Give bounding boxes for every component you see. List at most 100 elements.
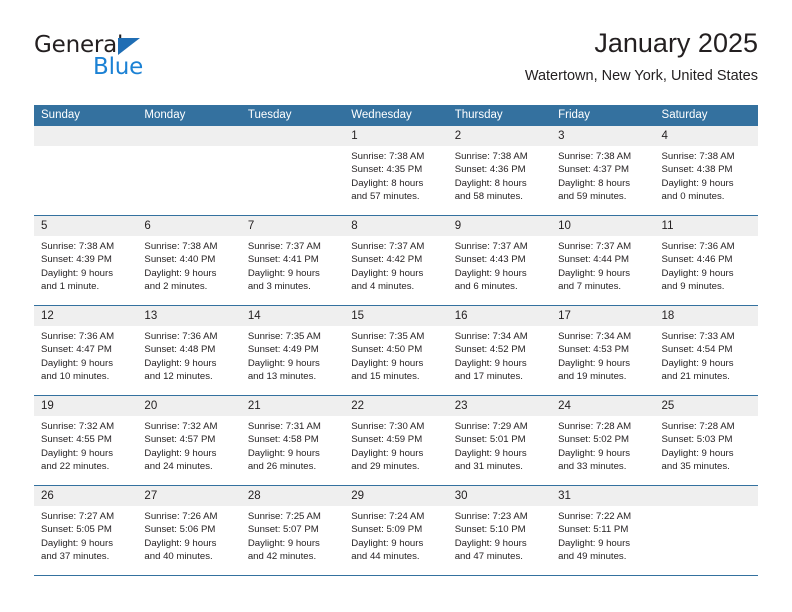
daylight-text-cont: and 24 minutes. bbox=[144, 461, 213, 473]
day-number-band: 13 bbox=[137, 306, 241, 326]
daylight-text: Daylight: 9 hours bbox=[144, 267, 217, 279]
week-cells: 1 Sunrise: 7:38 AM Sunset: 4:35 PM Daylight… bbox=[34, 126, 758, 215]
daylight-text-cont: and 0 minutes. bbox=[661, 191, 725, 203]
calendar-cell-day-21[interactable]: 21 Sunrise: 7:31 AM Sunset: 4:58 PM Dayligh… bbox=[240, 396, 345, 485]
day-details: Sunrise: 7:37 AM Sunset: 4:43 PM Daylight:… bbox=[448, 236, 551, 294]
daylight-text-cont: and 7 minutes. bbox=[558, 281, 622, 293]
calendar-cell-day-2[interactable]: 2 Sunrise: 7:38 AM Sunset: 4:36 PM Daylight… bbox=[447, 126, 552, 215]
day-number: 18 bbox=[661, 310, 675, 322]
day-details: Sunrise: 7:36 AM Sunset: 4:47 PM Daylight:… bbox=[34, 326, 137, 384]
day-number: 4 bbox=[661, 130, 668, 142]
day-number: 2 bbox=[454, 130, 462, 142]
calendar-cell-day-17[interactable]: 17 Sunrise: 7:34 AM Sunset: 4:53 PM Dayligh… bbox=[551, 306, 655, 395]
sunset-text: Sunset: 4:53 PM bbox=[558, 344, 630, 356]
daylight-text: Daylight: 9 hours bbox=[247, 537, 320, 549]
day-number-band: 14 bbox=[240, 306, 345, 326]
calendar-cell-day-12[interactable]: 12 Sunrise: 7:36 AM Sunset: 4:47 PM Dayligh… bbox=[34, 306, 138, 395]
calendar-cell-day-29[interactable]: 29 Sunrise: 7:24 AM Sunset: 5:09 PM Dayligh… bbox=[344, 486, 448, 575]
day-number-band bbox=[240, 126, 345, 146]
calendar-cell-day-22[interactable]: 22 Sunrise: 7:30 AM Sunset: 4:59 PM Dayligh… bbox=[344, 396, 448, 485]
day-number-band: 24 bbox=[551, 396, 655, 416]
sunset-text: Sunset: 5:09 PM bbox=[351, 524, 423, 536]
daylight-text: Daylight: 9 hours bbox=[144, 447, 217, 459]
calendar-cell-day-18[interactable]: 18 Sunrise: 7:33 AM Sunset: 4:54 PM Dayligh… bbox=[654, 306, 758, 395]
daylight-text-cont: and 1 minute. bbox=[41, 281, 100, 293]
calendar-cell-day-7[interactable]: 7 Sunrise: 7:37 AM Sunset: 4:41 PM Daylight… bbox=[240, 216, 345, 305]
page-subtitle: Watertown, New York, United States bbox=[524, 68, 758, 84]
sunset-text: Sunset: 4:42 PM bbox=[351, 254, 423, 266]
day-number: 31 bbox=[558, 490, 571, 502]
day-number-band: 2 bbox=[447, 126, 552, 146]
calendar-cell-day-3[interactable]: 3 Sunrise: 7:38 AM Sunset: 4:37 PM Daylight… bbox=[551, 126, 655, 215]
day-number: 14 bbox=[247, 310, 261, 322]
calendar-cell-day-8[interactable]: 8 Sunrise: 7:37 AM Sunset: 4:42 PM Daylight… bbox=[344, 216, 448, 305]
day-number-band: 21 bbox=[240, 396, 345, 416]
daylight-text: Daylight: 9 hours bbox=[247, 357, 320, 369]
daylight-text: Daylight: 9 hours bbox=[351, 267, 424, 279]
calendar-cell-day-28[interactable]: 28 Sunrise: 7:25 AM Sunset: 5:07 PM Dayligh… bbox=[240, 486, 345, 575]
calendar-cell-day-31[interactable]: 31 Sunrise: 7:22 AM Sunset: 5:11 PM Dayligh… bbox=[551, 486, 655, 575]
daylight-text-cont: and 13 minutes. bbox=[247, 371, 317, 383]
daylight-text-cont: and 29 minutes. bbox=[351, 461, 420, 473]
sunset-text: Sunset: 4:59 PM bbox=[351, 434, 423, 446]
calendar-cell-day-5[interactable]: 5 Sunrise: 7:38 AM Sunset: 4:39 PM Daylight… bbox=[34, 216, 138, 305]
sunrise-text: Sunrise: 7:34 AM bbox=[454, 331, 528, 342]
calendar-cell-day-9[interactable]: 9 Sunrise: 7:37 AM Sunset: 4:43 PM Daylight… bbox=[447, 216, 552, 305]
sunrise-text: Sunrise: 7:38 AM bbox=[558, 151, 632, 162]
day-number-band: 17 bbox=[551, 306, 655, 326]
daylight-text-cont: and 22 minutes. bbox=[41, 461, 110, 473]
day-details: Sunrise: 7:33 AM Sunset: 4:54 PM Daylight:… bbox=[655, 326, 758, 384]
sunset-text: Sunset: 4:55 PM bbox=[41, 434, 112, 446]
day-number-band: 7 bbox=[240, 216, 345, 236]
day-details: Sunrise: 7:23 AM Sunset: 5:10 PM Daylight:… bbox=[448, 506, 551, 564]
sunset-text: Sunset: 5:07 PM bbox=[247, 524, 319, 536]
daylight-text: Daylight: 9 hours bbox=[41, 267, 113, 279]
day-details bbox=[655, 506, 758, 510]
day-number: 15 bbox=[351, 310, 365, 322]
calendar-cell-day-13[interactable]: 13 Sunrise: 7:36 AM Sunset: 4:48 PM Dayligh… bbox=[137, 306, 241, 395]
daylight-text-cont: and 19 minutes. bbox=[558, 371, 627, 383]
calendar-cell-day-11[interactable]: 11 Sunrise: 7:36 AM Sunset: 4:46 PM Dayligh… bbox=[654, 216, 758, 305]
weekday-header-tuesday: Tuesday bbox=[247, 109, 292, 121]
sunset-text: Sunset: 4:52 PM bbox=[454, 344, 526, 356]
calendar-cell-day-25[interactable]: 25 Sunrise: 7:28 AM Sunset: 5:03 PM Dayligh… bbox=[654, 396, 758, 485]
daylight-text-cont: and 17 minutes. bbox=[454, 371, 523, 383]
calendar-cell-day-24[interactable]: 24 Sunrise: 7:28 AM Sunset: 5:02 PM Dayligh… bbox=[551, 396, 655, 485]
calendar-cell-day-4[interactable]: 4 Sunrise: 7:38 AM Sunset: 4:38 PM Daylight… bbox=[654, 126, 758, 215]
generalblue-logo[interactable]: General Blue bbox=[34, 32, 264, 92]
day-details: Sunrise: 7:38 AM Sunset: 4:40 PM Daylight:… bbox=[137, 236, 240, 294]
calendar-cell-empty bbox=[654, 486, 758, 575]
calendar-body: 1 Sunrise: 7:38 AM Sunset: 4:35 PM Daylight… bbox=[34, 126, 758, 576]
calendar-cell-day-1[interactable]: 1 Sunrise: 7:38 AM Sunset: 4:35 PM Daylight… bbox=[344, 126, 448, 215]
calendar-cell-day-30[interactable]: 30 Sunrise: 7:23 AM Sunset: 5:10 PM Dayligh… bbox=[447, 486, 552, 575]
day-details: Sunrise: 7:34 AM Sunset: 4:53 PM Daylight:… bbox=[551, 326, 654, 384]
calendar-cell-day-10[interactable]: 10 Sunrise: 7:37 AM Sunset: 4:44 PM Dayligh… bbox=[551, 216, 655, 305]
day-number-band bbox=[654, 486, 758, 506]
day-number: 3 bbox=[558, 130, 565, 142]
calendar-cell-day-27[interactable]: 27 Sunrise: 7:26 AM Sunset: 5:06 PM Dayligh… bbox=[137, 486, 241, 575]
calendar-week-row: 1 Sunrise: 7:38 AM Sunset: 4:35 PM Daylight… bbox=[34, 126, 758, 216]
sunrise-text: Sunrise: 7:28 AM bbox=[558, 421, 632, 432]
daylight-text-cont: and 3 minutes. bbox=[247, 281, 311, 293]
day-number-band: 16 bbox=[447, 306, 552, 326]
calendar-cell-day-19[interactable]: 19 Sunrise: 7:32 AM Sunset: 4:55 PM Dayligh… bbox=[34, 396, 138, 485]
calendar-cell-day-23[interactable]: 23 Sunrise: 7:29 AM Sunset: 5:01 PM Dayligh… bbox=[447, 396, 552, 485]
calendar-cell-day-14[interactable]: 14 Sunrise: 7:35 AM Sunset: 4:49 PM Dayligh… bbox=[240, 306, 345, 395]
sunrise-text: Sunrise: 7:38 AM bbox=[661, 151, 735, 162]
calendar-cell-day-16[interactable]: 16 Sunrise: 7:34 AM Sunset: 4:52 PM Dayligh… bbox=[447, 306, 552, 395]
day-number: 27 bbox=[144, 490, 158, 502]
calendar-cell-day-20[interactable]: 20 Sunrise: 7:32 AM Sunset: 4:57 PM Dayligh… bbox=[137, 396, 241, 485]
day-number: 20 bbox=[144, 400, 158, 412]
daylight-text: Daylight: 9 hours bbox=[454, 537, 527, 549]
day-details: Sunrise: 7:28 AM Sunset: 5:02 PM Daylight:… bbox=[551, 416, 654, 474]
calendar-cell-day-6[interactable]: 6 Sunrise: 7:38 AM Sunset: 4:40 PM Daylight… bbox=[137, 216, 241, 305]
day-number-band: 20 bbox=[137, 396, 241, 416]
day-number-band: 22 bbox=[344, 396, 448, 416]
sunrise-text: Sunrise: 7:38 AM bbox=[454, 151, 528, 162]
day-number-band: 23 bbox=[447, 396, 552, 416]
calendar-cell-day-15[interactable]: 15 Sunrise: 7:35 AM Sunset: 4:50 PM Dayligh… bbox=[344, 306, 448, 395]
calendar-cell-day-26[interactable]: 26 Sunrise: 7:27 AM Sunset: 5:05 PM Dayligh… bbox=[34, 486, 138, 575]
daylight-text-cont: and 33 minutes. bbox=[558, 461, 627, 473]
calendar-page: General Blue January 2025 Watertown, New… bbox=[0, 0, 792, 612]
daylight-text-cont: and 26 minutes. bbox=[247, 461, 317, 473]
